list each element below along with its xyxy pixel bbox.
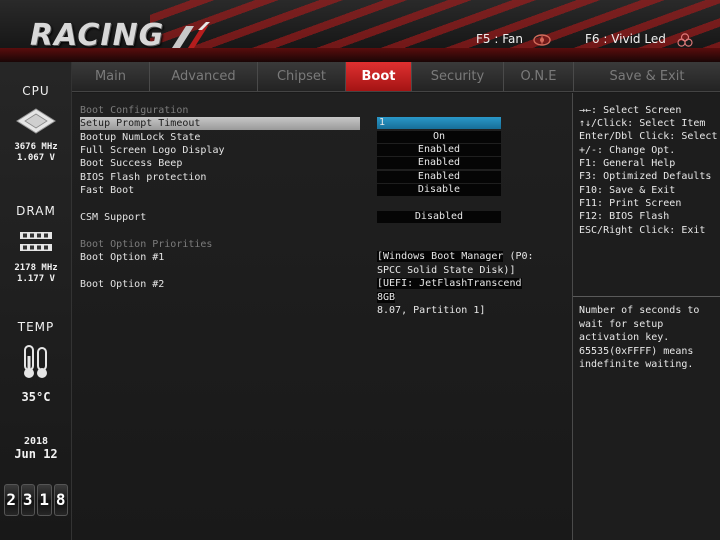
setting-boot-option-2[interactable]: Boot Option #2 xyxy=(80,278,164,291)
tab-chipset[interactable]: Chipset xyxy=(258,62,346,91)
help-description-line: wait for setup xyxy=(579,319,664,330)
boot-option-2-line2: 8.07, Partition 1] xyxy=(377,305,486,316)
tab-save-exit[interactable]: Save & Exit xyxy=(574,62,720,91)
setting-setup-prompt-timeout[interactable]: Setup Prompt Timeout xyxy=(80,117,360,130)
led-icon xyxy=(677,32,693,47)
setting-bootup-numlock[interactable]: Bootup NumLock State xyxy=(80,131,200,144)
help-key-line: F3: Optimized Defaults xyxy=(579,171,712,182)
help-description-line: indefinite waiting. xyxy=(579,359,694,370)
boot-success-beep-value[interactable]: Enabled xyxy=(377,157,501,169)
setting-bios-flash-protection[interactable]: BIOS Flash protection xyxy=(80,171,206,184)
help-divider xyxy=(573,296,720,297)
fast-boot-value[interactable]: Disable xyxy=(377,184,501,196)
boot-option-1-line1: [Windows Boot Manager xyxy=(377,251,504,262)
setting-full-screen-logo[interactable]: Full Screen Logo Display xyxy=(80,144,225,157)
temp-section: TEMP 35°C xyxy=(0,320,72,404)
cpu-title: CPU xyxy=(22,84,50,98)
date-month-day: Jun 12 xyxy=(14,447,58,461)
racing-logo: RACING xyxy=(30,18,165,53)
help-panel: →←: Select Screen ↑↓/Click: Select Item … xyxy=(573,93,720,540)
setting-fast-boot[interactable]: Fast Boot xyxy=(80,184,134,197)
help-key-line: F10: Save & Exit xyxy=(579,185,676,196)
led-hotkey[interactable]: F6 : Vivid Led xyxy=(585,32,694,47)
help-key-line: →←: Select Screen xyxy=(579,105,682,116)
cpu-frequency: 3676 MHz xyxy=(14,142,58,152)
dram-frequency: 2178 MHz xyxy=(14,263,58,273)
cpu-section: CPU 3676 MHz 1.067 V xyxy=(0,84,72,164)
boot-option-2-line1: [UEFI: JetFlashTranscend 8GB xyxy=(377,278,522,303)
bios-flash-protection-value[interactable]: Enabled xyxy=(377,171,501,183)
boot-option-1-line2: SPCC Solid State Disk)] xyxy=(377,264,516,276)
temp-title: TEMP xyxy=(17,320,55,334)
date-section: 2018 Jun 12 xyxy=(0,436,72,461)
boot-option-2-value[interactable]: [UEFI: JetFlashTranscend 8GB 8.07, Parti… xyxy=(377,277,537,318)
clock-hour-ones: 3 xyxy=(20,484,35,516)
cpu-voltage: 1.067 V xyxy=(17,153,55,163)
tab-security[interactable]: Security xyxy=(412,62,504,91)
fan-hotkey[interactable]: F5 : Fan xyxy=(476,32,551,47)
header-bar: RACING F5 : Fan F6 : Vivid Led xyxy=(0,0,720,62)
temp-value: 35°C xyxy=(21,390,51,404)
boot-option-1-value[interactable]: [Windows Boot Manager (P0: SPCC Solid St… xyxy=(377,250,537,277)
setup-prompt-timeout-value[interactable]: 1 xyxy=(377,117,501,129)
help-description-line: activation key. xyxy=(579,332,670,343)
help-key-line: ↑↓/Click: Select Item xyxy=(579,118,706,129)
bootup-numlock-value[interactable]: On xyxy=(377,131,501,143)
clock-minute-tens: 1 xyxy=(37,484,52,516)
date-year: 2018 xyxy=(23,436,49,447)
tab-one[interactable]: O.N.E xyxy=(504,62,574,91)
help-key-line: F12: BIOS Flash xyxy=(579,211,670,222)
fan-icon xyxy=(533,33,551,46)
boot-configuration-heading: Boot Configuration xyxy=(80,105,189,116)
boot-option-1-line1-tail: (P0: xyxy=(503,251,534,262)
clock-hour-tens: 2 xyxy=(4,484,19,516)
cpu-chip-icon xyxy=(16,108,56,134)
help-key-line: F1: General Help xyxy=(579,158,676,169)
setting-boot-success-beep[interactable]: Boot Success Beep xyxy=(80,157,182,170)
csm-support-value[interactable]: Disabled xyxy=(377,211,501,223)
help-key-line: ESC/Right Click: Exit xyxy=(579,225,706,236)
menu-tabs: Main Advanced Chipset Boot Security O.N.… xyxy=(72,62,720,92)
help-key-line: +/-: Change Opt. xyxy=(579,145,676,156)
led-hotkey-label: F6 : Vivid Led xyxy=(585,32,666,46)
help-description-line: Number of seconds to xyxy=(579,305,700,316)
dram-voltage: 1.177 V xyxy=(17,274,55,284)
thermometer-icon xyxy=(24,345,47,378)
tab-advanced[interactable]: Advanced xyxy=(150,62,258,91)
help-key-line: Enter/Dbl Click: Select xyxy=(579,131,718,142)
clock-minute-ones: 8 xyxy=(53,484,68,516)
help-description-line: 65535(0xFFFF) means xyxy=(579,346,694,357)
boot-settings-panel: Boot Configuration Setup Prompt Timeout … xyxy=(72,93,573,540)
digital-clock: 2 3 1 8 xyxy=(4,484,68,516)
help-key-line: F11: Print Screen xyxy=(579,198,682,209)
boot-option-priorities-heading: Boot Option Priorities xyxy=(80,239,213,250)
logo-x-mark xyxy=(172,22,210,48)
memory-module-icon xyxy=(20,232,52,251)
tab-boot[interactable]: Boot xyxy=(346,62,412,91)
full-screen-logo-value[interactable]: Enabled xyxy=(377,144,501,156)
setting-csm-support[interactable]: CSM Support xyxy=(80,211,146,224)
hardware-monitor-sidebar: CPU 3676 MHz 1.067 V DRAM 2178 MHz 1.177… xyxy=(0,62,72,540)
dram-title: DRAM xyxy=(16,204,56,218)
setting-boot-option-1[interactable]: Boot Option #1 xyxy=(80,251,164,264)
tab-main[interactable]: Main xyxy=(72,62,150,91)
fan-hotkey-label: F5 : Fan xyxy=(476,32,523,46)
dram-section: DRAM 2178 MHz 1.177 V xyxy=(0,204,72,285)
